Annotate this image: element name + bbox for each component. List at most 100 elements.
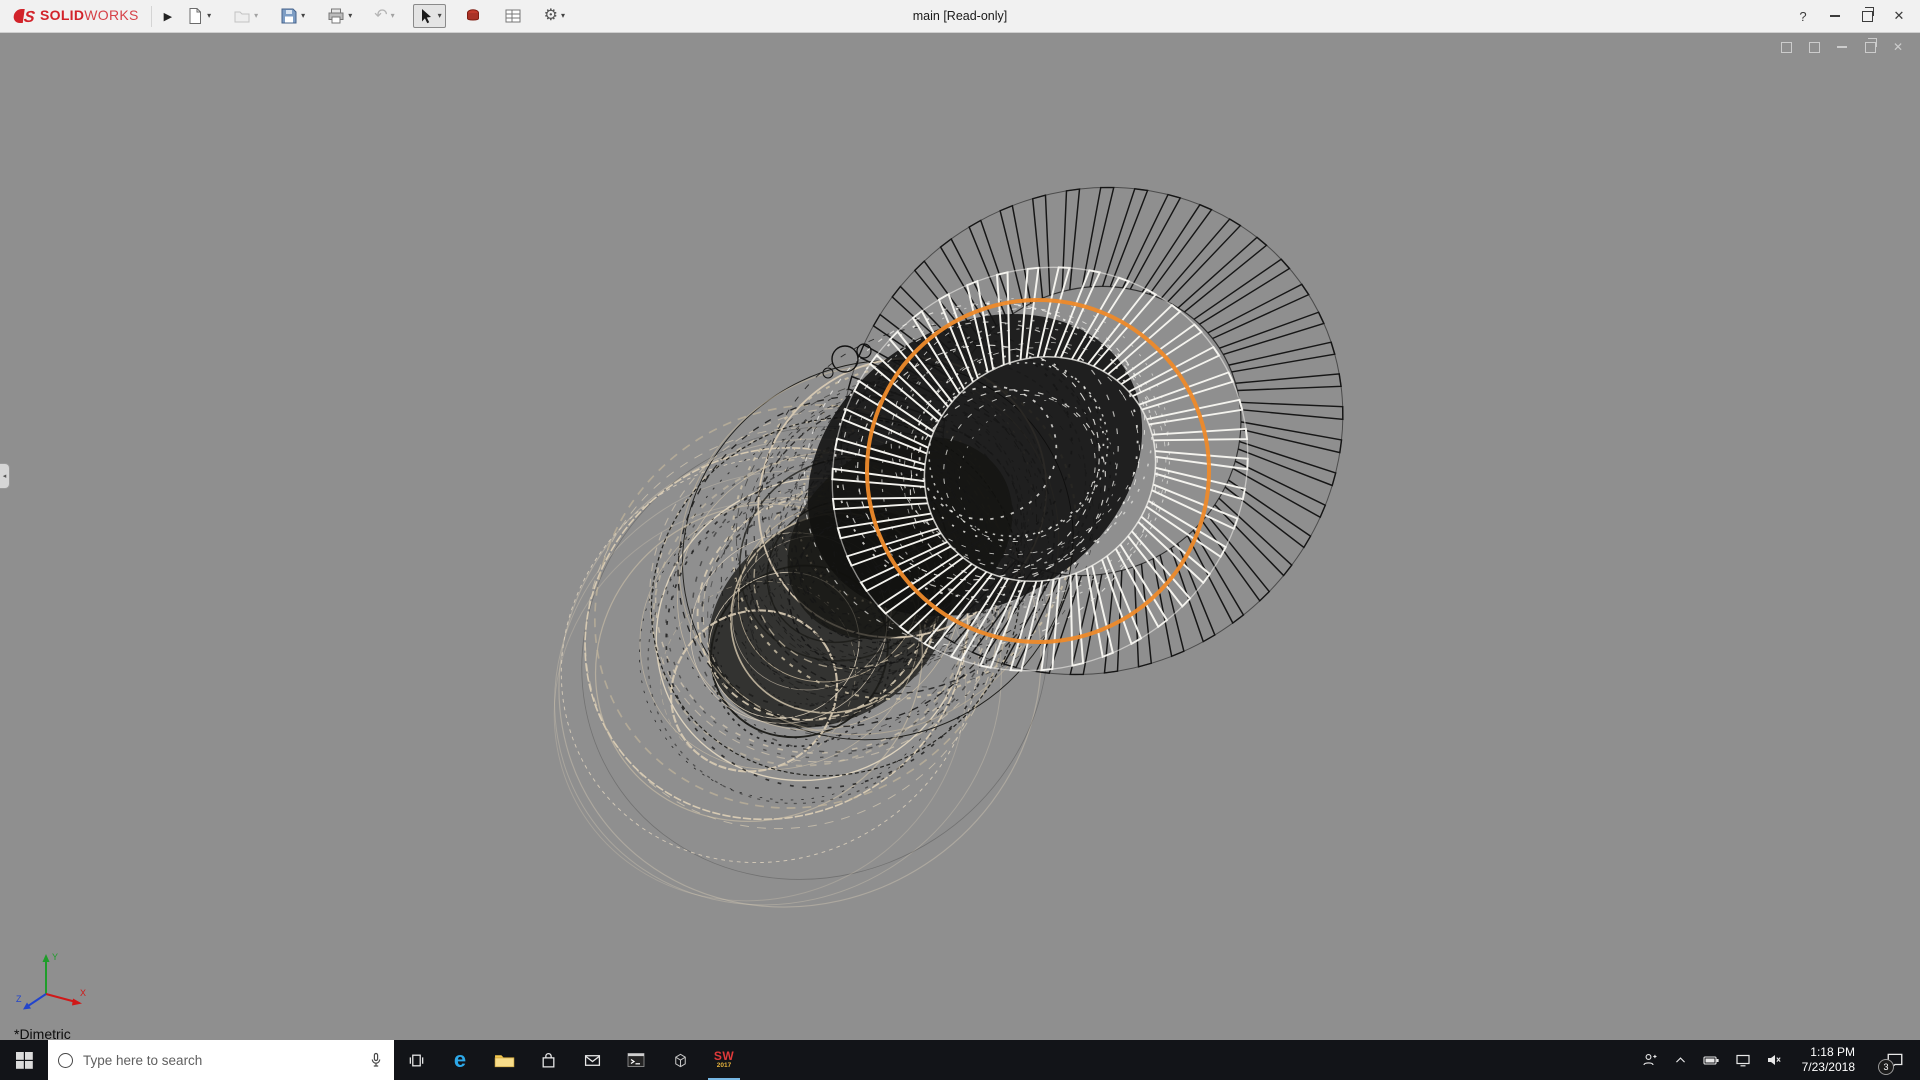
microphone-icon[interactable] [368,1052,384,1068]
x-axis-arrow [72,998,82,1006]
store-bag-icon [542,1052,554,1068]
dropdown-caret[interactable]: ▾ [301,12,305,20]
file-explorer-icon [494,1054,514,1067]
restore-icon [1861,6,1874,22]
dropdown-caret[interactable]: ▾ [254,12,258,20]
brand-text-works: WORKS [84,7,139,23]
brand-text-solid: SOLID [40,7,85,23]
document-title: main [Read-only] [912,9,1008,23]
system-tray: 1:18 PM 7/23/2018 3 [1641,1040,1920,1080]
task-view-icon [409,1054,423,1066]
notification-badge: 3 [1878,1059,1894,1075]
panel-collapse-tab[interactable]: ◂ [0,463,10,489]
task-view-button[interactable] [394,1040,438,1080]
doc-close-button[interactable]: ✕ [1890,39,1906,55]
save-button[interactable]: ▾ [276,4,309,28]
store-button[interactable] [526,1040,570,1080]
network-button[interactable] [1734,1040,1752,1080]
orientation-triad: Y X Z [16,952,86,1010]
help-button[interactable]: ? [1788,3,1818,29]
restore-button[interactable] [1852,3,1882,29]
new-document-icon [189,8,202,24]
start-button[interactable] [0,1040,48,1080]
windows-taskbar: e SW 2017 [0,1040,1920,1080]
appearance-button[interactable] [460,4,486,28]
battery-icon [1703,1055,1719,1065]
save-icon [281,8,297,24]
taskbar-clock[interactable]: 1:18 PM 7/23/2018 [1796,1045,1861,1075]
solidworks-taskbar-button[interactable]: SW 2017 [702,1040,746,1080]
volume-icon [1767,1055,1781,1065]
new-document-button[interactable]: ▾ [182,4,215,28]
x-axis-label: X [80,988,86,998]
doc-window-button[interactable] [1778,39,1794,55]
chevron-up-icon [1676,1056,1686,1063]
minimize-icon [1837,46,1847,48]
dropdown-caret[interactable]: ▾ [438,12,442,20]
dropdown-caret[interactable]: ▾ [348,12,352,20]
appearance-icon [466,9,479,21]
doc-minimize-button[interactable] [1834,39,1850,55]
viewport-canvas[interactable] [0,33,1920,1040]
cube-icon [674,1053,686,1067]
print-button[interactable]: ▾ [323,4,356,28]
solidworks-logo-mark: S [13,8,36,25]
console-button[interactable] [614,1040,658,1080]
mail-icon [584,1054,600,1066]
select-cursor-icon [421,9,431,24]
open-folder-icon [234,11,250,23]
undo-button[interactable]: ↶ ▾ [370,5,398,27]
design-table-button[interactable] [500,4,526,28]
toolbar-flyout-arrow[interactable]: ▶ [150,5,172,27]
options-button[interactable]: ⚙ ▾ [540,5,569,27]
dropdown-caret[interactable]: ▾ [207,12,211,20]
svg-text:S: S [23,8,36,25]
main-toolbar: ▾ ▾ ▾ ▾ ↶ ▾ ▾ ⚙ ▾ [182,4,569,28]
cortana-icon[interactable] [58,1052,73,1068]
volume-button[interactable] [1765,1040,1783,1080]
undo-icon: ↶ [374,7,388,24]
clock-date: 7/23/2018 [1801,1060,1855,1074]
network-icon [1736,1054,1750,1067]
document-window-controls: ✕ [1778,37,1906,55]
solidworks-app-icon: SW 2017 [713,1049,735,1070]
clock-time: 1:18 PM [1810,1045,1855,1059]
action-center-button[interactable]: 3 [1874,1040,1916,1080]
y-axis-label: Y [52,952,58,962]
window-icon [1808,41,1820,53]
close-button[interactable]: ✕ [1884,3,1914,29]
search-input[interactable] [81,1051,360,1069]
dropdown-caret[interactable]: ▾ [391,12,395,20]
windows-logo-icon [15,1051,33,1069]
y-axis-arrow [42,954,50,962]
open-button[interactable]: ▾ [229,4,262,28]
taskbar-search [48,1040,394,1080]
gear-icon: ⚙ [543,7,558,24]
people-button[interactable] [1641,1040,1659,1080]
console-icon [627,1053,645,1067]
composer-button[interactable] [658,1040,702,1080]
window-controls: ? ✕ [1788,3,1914,29]
design-table-icon [505,9,521,23]
minimize-icon [1830,15,1840,17]
app-titlebar: S SOLIDWORKS ▶ ▾ ▾ ▾ ▾ ↶ ▾ ▾ ⚙ ▾ main [R… [0,0,1920,33]
edge-icon: e [453,1047,467,1072]
z-axis-label: Z [16,994,22,1004]
window-icon [1780,41,1792,53]
restore-icon [1864,37,1877,53]
file-explorer-button[interactable] [482,1040,526,1080]
mail-button[interactable] [570,1040,614,1080]
people-icon [1643,1054,1657,1066]
doc-restore-button[interactable] [1862,37,1878,55]
minimize-button[interactable] [1820,3,1850,29]
view-orientation-label: *Dimetric [14,1026,71,1040]
dropdown-caret[interactable]: ▾ [561,12,565,20]
edge-button[interactable]: e [438,1040,482,1080]
print-icon [328,8,344,24]
battery-button[interactable] [1703,1040,1721,1080]
solidworks-logo: S SOLIDWORKS [6,7,139,25]
select-tool-button[interactable]: ▾ [412,4,446,28]
doc-window-button[interactable] [1806,39,1822,55]
hidden-icons-chevron[interactable] [1672,1040,1690,1080]
graphics-viewport: ✕ ◂ Y X Z *Dimetric [0,33,1920,1040]
